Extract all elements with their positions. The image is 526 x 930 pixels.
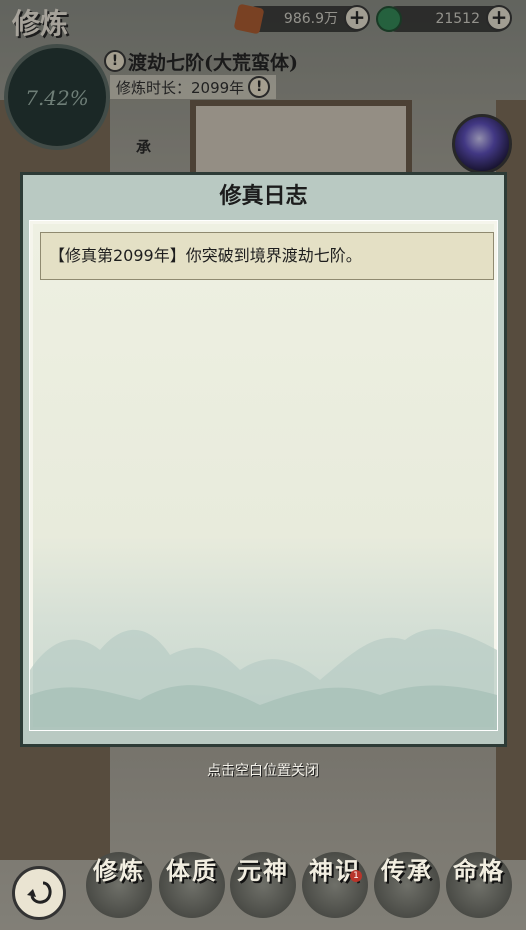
nav-label: 传承 bbox=[381, 856, 433, 885]
nav-label: 体质 bbox=[166, 856, 218, 885]
cultivation-log-modal: 修真日志 【修真第2099年】你突破到境界渡劫七阶。 bbox=[20, 172, 507, 747]
nav-label: 元神 bbox=[237, 856, 289, 885]
nav-inheritance[interactable]: 传承 bbox=[374, 852, 440, 918]
log-entry: 【修真第2099年】你突破到境界渡劫七阶。 bbox=[40, 232, 494, 280]
log-paper: 【修真第2099年】你突破到境界渡劫七阶。 bbox=[29, 220, 498, 731]
nav-physique[interactable]: 体质 bbox=[159, 852, 225, 918]
mountain-decoration bbox=[30, 629, 497, 730]
close-hint: 点击空白位置关闭 bbox=[207, 763, 319, 779]
nav-label: 命格 bbox=[453, 856, 505, 885]
nav-label: 修炼 bbox=[93, 856, 145, 885]
nav-destiny[interactable]: 命格 bbox=[446, 852, 512, 918]
nav-soul[interactable]: 元神 bbox=[230, 852, 296, 918]
notification-badge: 1 bbox=[350, 870, 362, 882]
nav-cultivate[interactable]: 修炼 bbox=[86, 852, 152, 918]
back-button[interactable] bbox=[12, 866, 66, 920]
nav-divine-sense[interactable]: 神识 1 bbox=[302, 852, 368, 918]
modal-title: 修真日志 bbox=[219, 183, 308, 209]
back-arrow-icon bbox=[27, 881, 52, 904]
